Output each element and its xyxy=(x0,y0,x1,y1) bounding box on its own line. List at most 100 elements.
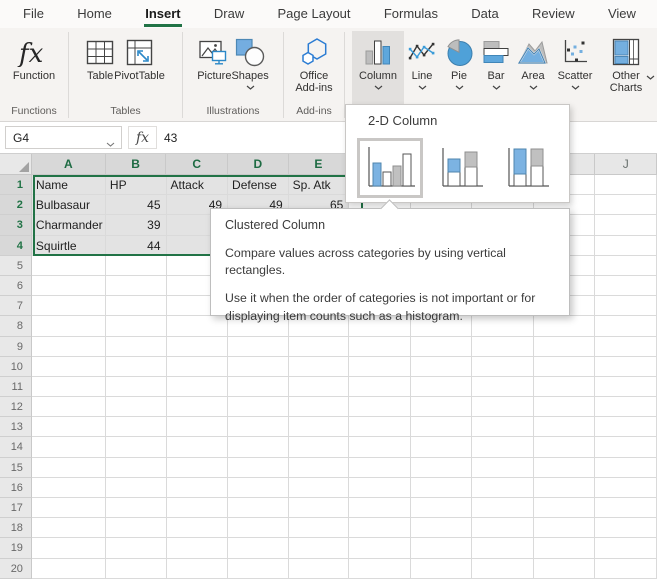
cell-G17[interactable] xyxy=(410,498,473,519)
cell-B6[interactable] xyxy=(105,275,167,297)
ribbon-button-office-addins[interactable]: Office Add-ins xyxy=(291,31,337,104)
cell-B7[interactable] xyxy=(105,296,167,317)
ribbon-button-scatter[interactable]: Scatter xyxy=(552,31,598,104)
row-header-17[interactable]: 17 xyxy=(0,498,32,519)
cell-G12[interactable] xyxy=(410,397,473,418)
cell-A7[interactable] xyxy=(31,296,106,317)
cell-G9[interactable] xyxy=(410,336,473,357)
row-header-12[interactable]: 12 xyxy=(0,397,32,418)
cell-C12[interactable] xyxy=(166,397,229,418)
row-header-10[interactable]: 10 xyxy=(0,356,32,377)
cell-D9[interactable] xyxy=(228,336,289,357)
cell-B19[interactable] xyxy=(105,538,167,559)
cell-F11[interactable] xyxy=(349,376,411,398)
cell-F12[interactable] xyxy=(349,397,411,418)
cell-C16[interactable] xyxy=(166,477,229,498)
cell-B18[interactable] xyxy=(105,518,167,539)
cell-E1[interactable]: Sp. Atk xyxy=(288,175,350,196)
cell-A2[interactable]: Bulbasaur xyxy=(31,195,106,216)
cell-I19[interactable] xyxy=(533,538,596,559)
cell-H19[interactable] xyxy=(472,538,534,559)
tab-review[interactable]: Review xyxy=(531,1,576,27)
cell-E13[interactable] xyxy=(288,417,350,438)
row-header-16[interactable]: 16 xyxy=(0,477,32,498)
cell-B4[interactable]: 44 xyxy=(105,235,167,256)
cell-E17[interactable] xyxy=(288,498,350,519)
cell-E15[interactable] xyxy=(288,457,350,478)
cell-C19[interactable] xyxy=(166,538,229,559)
cell-D19[interactable] xyxy=(228,538,289,559)
cell-A17[interactable] xyxy=(31,498,106,519)
row-header-6[interactable]: 6 xyxy=(0,275,32,297)
tab-view[interactable]: View xyxy=(607,1,637,27)
cell-G20[interactable] xyxy=(410,558,473,579)
row-header-4[interactable]: 4 xyxy=(0,235,32,256)
cell-A6[interactable] xyxy=(31,275,106,297)
cell-B9[interactable] xyxy=(105,336,167,357)
cell-A13[interactable] xyxy=(31,417,106,438)
cell-D18[interactable] xyxy=(228,518,289,539)
cell-B12[interactable] xyxy=(105,397,167,418)
cell-D10[interactable] xyxy=(228,356,289,377)
ribbon-button-function[interactable]: fx Function xyxy=(13,31,55,104)
ribbon-button-line[interactable]: Line xyxy=(404,31,440,104)
cell-A10[interactable] xyxy=(31,356,106,377)
cell-H15[interactable] xyxy=(472,457,534,478)
cell-B16[interactable] xyxy=(105,477,167,498)
cell-I12[interactable] xyxy=(533,397,596,418)
cell-I13[interactable] xyxy=(533,417,596,438)
cell-J5[interactable] xyxy=(595,255,657,276)
cell-E11[interactable] xyxy=(288,376,350,398)
cell-G16[interactable] xyxy=(410,477,473,498)
row-header-15[interactable]: 15 xyxy=(0,457,32,478)
ribbon-button-area[interactable]: Area xyxy=(514,31,552,104)
cell-D14[interactable] xyxy=(228,437,289,458)
cell-C1[interactable]: Attack xyxy=(166,175,229,196)
cell-B1[interactable]: HP xyxy=(105,175,167,196)
cell-G10[interactable] xyxy=(410,356,473,377)
cell-I18[interactable] xyxy=(533,518,596,539)
row-header-13[interactable]: 13 xyxy=(0,417,32,438)
row-header-2[interactable]: 2 xyxy=(0,195,32,216)
cell-F9[interactable] xyxy=(349,336,411,357)
cell-J11[interactable] xyxy=(595,376,657,398)
cell-H17[interactable] xyxy=(472,498,534,519)
cell-J19[interactable] xyxy=(595,538,657,559)
cell-H9[interactable] xyxy=(472,336,534,357)
ribbon-button-picture[interactable]: Picture xyxy=(197,31,231,104)
cell-C20[interactable] xyxy=(166,558,229,579)
cell-E10[interactable] xyxy=(288,356,350,377)
cell-B3[interactable]: 39 xyxy=(105,215,167,236)
cell-J14[interactable] xyxy=(595,437,657,458)
tab-data[interactable]: Data xyxy=(470,1,499,27)
cell-F19[interactable] xyxy=(349,538,411,559)
chart-type-stacked-column[interactable] xyxy=(437,143,486,193)
cell-J12[interactable] xyxy=(595,397,657,418)
row-header-7[interactable]: 7 xyxy=(0,296,32,317)
cell-C9[interactable] xyxy=(166,336,229,357)
cell-B15[interactable] xyxy=(105,457,167,478)
chart-type-clustered-column[interactable] xyxy=(357,138,423,198)
cell-C10[interactable] xyxy=(166,356,229,377)
cell-J13[interactable] xyxy=(595,417,657,438)
cell-F20[interactable] xyxy=(349,558,411,579)
cell-C17[interactable] xyxy=(166,498,229,519)
cell-I15[interactable] xyxy=(533,457,596,478)
cell-I11[interactable] xyxy=(533,376,596,398)
select-all-corner[interactable] xyxy=(0,154,32,175)
cell-D17[interactable] xyxy=(228,498,289,519)
cell-G13[interactable] xyxy=(410,417,473,438)
cell-D12[interactable] xyxy=(228,397,289,418)
row-header-11[interactable]: 11 xyxy=(0,376,32,398)
cell-A12[interactable] xyxy=(31,397,106,418)
cell-H13[interactable] xyxy=(472,417,534,438)
cell-A15[interactable] xyxy=(31,457,106,478)
ribbon-button-column[interactable]: Column xyxy=(352,31,404,104)
cell-B11[interactable] xyxy=(105,376,167,398)
cell-G15[interactable] xyxy=(410,457,473,478)
cell-J3[interactable] xyxy=(595,215,657,236)
cell-H11[interactable] xyxy=(472,376,534,398)
tab-insert[interactable]: Insert xyxy=(144,1,182,27)
cell-A18[interactable] xyxy=(31,518,106,539)
cell-J8[interactable] xyxy=(595,316,657,337)
